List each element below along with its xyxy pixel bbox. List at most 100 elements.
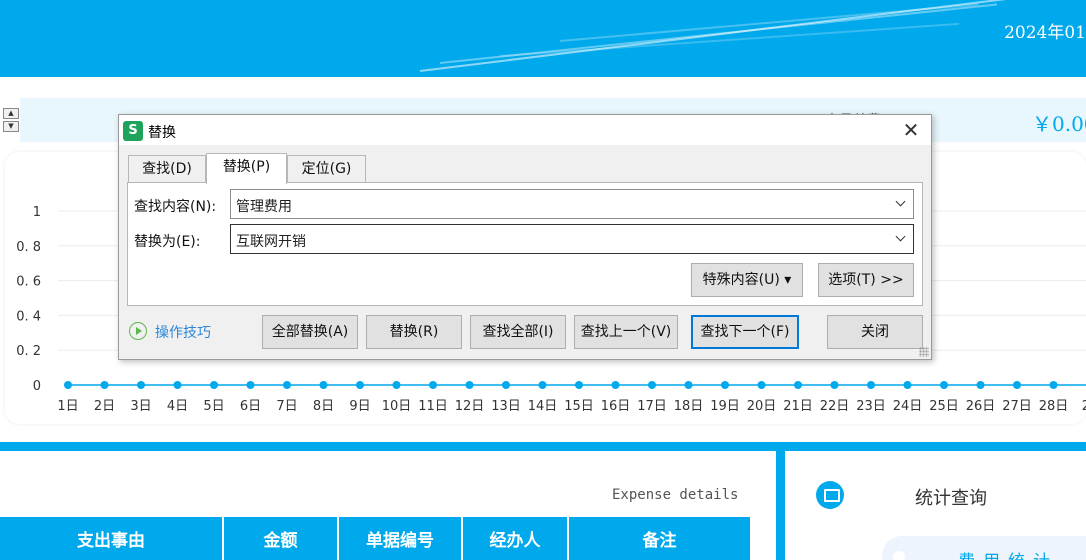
- column-header: 支出事由: [0, 517, 224, 560]
- tab-replace[interactable]: 替换(P): [206, 153, 287, 184]
- data-point: [648, 381, 656, 389]
- data-point: [173, 381, 182, 389]
- data-point: [575, 381, 583, 389]
- column-header: 单据编号: [339, 517, 463, 560]
- find-next-button[interactable]: 查找下一个(F): [691, 315, 799, 349]
- data-point: [356, 381, 364, 389]
- data-point: [538, 381, 547, 389]
- x-tick-label: 7日: [276, 399, 297, 414]
- data-point: [210, 381, 218, 389]
- spin-down-button[interactable]: ▼: [3, 121, 19, 132]
- x-tick-label: 29: [1082, 399, 1086, 414]
- x-tick-label: 27日: [1002, 399, 1032, 414]
- data-point: [684, 381, 693, 389]
- find-all-button[interactable]: 查找全部(I): [470, 315, 566, 349]
- data-point: [283, 381, 291, 389]
- data-point: [429, 381, 437, 389]
- report-header: 2024年01: [0, 0, 1086, 77]
- replace-with-label: 替换为(E):: [134, 234, 201, 250]
- x-tick-label: 1日: [57, 399, 78, 414]
- data-point: [100, 381, 109, 389]
- data-point: [392, 381, 401, 389]
- stats-title: 统计查询: [915, 488, 987, 509]
- column-header: 备注: [569, 517, 750, 560]
- replace-tab-panel: 查找内容(N): 管理费用 替换为(E): 互联网开销 特殊内容(U) ▾ 选项…: [127, 182, 923, 306]
- data-point: [794, 381, 802, 389]
- column-header: 经办人: [463, 517, 569, 560]
- stats-item-label: 费用统计: [958, 547, 1058, 560]
- x-tick-label: 13日: [491, 399, 521, 414]
- x-tick-label: 2日: [94, 399, 115, 414]
- x-tick-label: 8日: [313, 399, 334, 414]
- data-point: [465, 381, 474, 389]
- data-point: [976, 381, 985, 389]
- data-point: [721, 381, 729, 389]
- replace-dialog: S 替换 ✕ 查找(D) 替换(P) 定位(G) 查找内容(N): 管理费用 替…: [118, 114, 932, 360]
- chevron-down-icon[interactable]: [895, 196, 907, 212]
- data-point: [137, 381, 145, 389]
- monitor-icon: [816, 481, 844, 509]
- x-tick-label: 12日: [455, 399, 485, 414]
- y-tick-label: 0. 4: [16, 309, 41, 324]
- data-point: [940, 381, 948, 389]
- x-tick-label: 11日: [418, 399, 448, 414]
- stats-item-dot: [893, 551, 905, 560]
- y-tick-label: 1: [33, 205, 41, 220]
- data-point: [246, 381, 255, 389]
- replace-with-value: 互联网开销: [236, 234, 306, 250]
- expense-table-header: 支出事由 金额 单据编号 经办人 备注: [0, 517, 750, 560]
- section-divider: [0, 442, 1086, 451]
- header-date: 2024年01: [1004, 23, 1086, 43]
- replace-all-button[interactable]: 全部替换(A): [262, 315, 358, 349]
- data-point: [1013, 381, 1021, 389]
- x-tick-label: 10日: [382, 399, 412, 414]
- x-tick-label: 20日: [747, 399, 777, 414]
- dialog-title: 替换: [148, 125, 176, 141]
- y-tick-label: 0. 2: [16, 344, 41, 359]
- tab-find[interactable]: 查找(D): [128, 155, 206, 183]
- special-content-button[interactable]: 特殊内容(U) ▾: [691, 263, 803, 297]
- find-previous-button[interactable]: 查找上一个(V): [574, 315, 678, 349]
- x-tick-label: 23日: [856, 399, 886, 414]
- tab-goto[interactable]: 定位(G): [287, 155, 366, 183]
- spin-up-button[interactable]: ▲: [3, 108, 19, 119]
- x-tick-label: 16日: [601, 399, 631, 414]
- data-point: [319, 381, 328, 389]
- x-tick-label: 26日: [966, 399, 996, 414]
- x-tick-label: 21日: [783, 399, 813, 414]
- data-point: [757, 381, 766, 389]
- replace-button[interactable]: 替换(R): [366, 315, 462, 349]
- y-tick-label: 0. 6: [16, 275, 41, 290]
- find-what-combo[interactable]: 管理费用: [230, 189, 914, 219]
- x-tick-label: 6日: [240, 399, 261, 414]
- replace-with-combo[interactable]: 互联网开销: [230, 224, 914, 254]
- resize-grip[interactable]: [919, 347, 929, 357]
- x-tick-label: 19日: [710, 399, 740, 414]
- data-point: [867, 381, 875, 389]
- y-tick-label: 0: [33, 379, 41, 394]
- expense-caption: Expense details: [612, 487, 739, 503]
- y-tick-label: 0. 8: [16, 240, 41, 255]
- data-point: [903, 381, 912, 389]
- x-tick-label: 18日: [674, 399, 704, 414]
- close-icon[interactable]: ✕: [899, 118, 923, 142]
- x-tick-label: 22日: [820, 399, 850, 414]
- x-tick-label: 24日: [893, 399, 923, 414]
- x-tick-label: 14日: [528, 399, 558, 414]
- dialog-titlebar[interactable]: S 替换 ✕: [119, 115, 931, 145]
- x-tick-label: 4日: [167, 399, 188, 414]
- chevron-down-icon[interactable]: [895, 231, 907, 247]
- summary-amount: ￥0.00: [1032, 112, 1086, 136]
- data-point: [1049, 381, 1058, 389]
- x-tick-label: 17日: [637, 399, 667, 414]
- panel-divider: [776, 451, 785, 560]
- operation-tips-label: 操作技巧: [155, 325, 211, 341]
- data-point: [502, 381, 510, 389]
- data-point: [830, 381, 839, 389]
- column-header: 金额: [224, 517, 339, 560]
- x-tick-label: 9日: [349, 399, 370, 414]
- options-button[interactable]: 选项(T) >>: [818, 263, 914, 297]
- close-button[interactable]: 关闭: [827, 315, 923, 349]
- x-tick-label: 25日: [929, 399, 959, 414]
- x-tick-label: 28日: [1039, 399, 1069, 414]
